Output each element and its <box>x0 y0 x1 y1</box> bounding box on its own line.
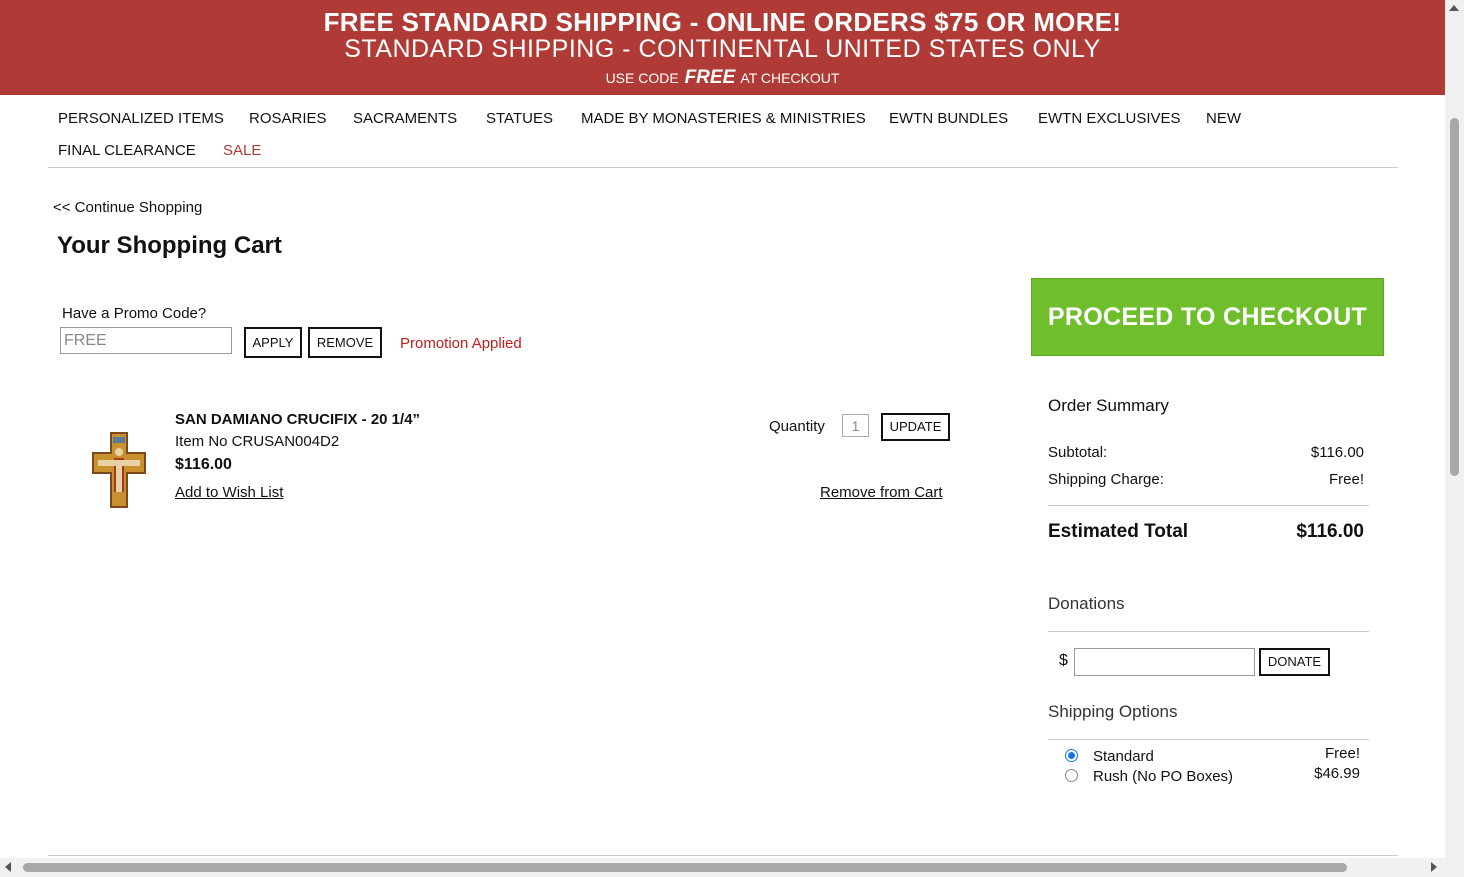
estimated-total-label: Estimated Total <box>1048 521 1189 542</box>
nav-made-by-monasteries[interactable]: MADE BY MONASTERIES & MINISTRIES <box>581 110 866 127</box>
scroll-up-icon[interactable] <box>1449 5 1459 11</box>
order-summary-title: Order Summary <box>1048 396 1169 415</box>
page-title: Your Shopping Cart <box>57 232 282 259</box>
nav-ewtn-exclusives[interactable]: EWTN EXCLUSIVES <box>1038 110 1181 127</box>
estimated-total-value: $116.00 <box>1296 521 1364 542</box>
shipping-charge-value: Free! <box>1328 471 1364 488</box>
main-nav: PERSONALIZED ITEMS ROSARIES SACRAMENTS S… <box>48 96 1398 168</box>
product-name[interactable]: SAN DAMIANO CRUCIFIX - 20 1/4” <box>175 411 420 428</box>
scroll-right-icon[interactable] <box>1431 862 1437 872</box>
shipping-standard-radio[interactable] <box>1065 749 1078 762</box>
donations-divider <box>1048 631 1369 632</box>
nav-personalized-items[interactable]: PERSONALIZED ITEMS <box>58 110 224 127</box>
donation-currency-symbol: $ <box>1059 652 1068 669</box>
promo-label: Have a Promo Code? <box>62 305 207 322</box>
shipping-options-divider <box>1048 739 1369 740</box>
nav-statues[interactable]: STATUES <box>486 110 553 127</box>
quantity-input[interactable] <box>842 414 869 437</box>
summary-divider <box>1048 505 1369 506</box>
nav-final-clearance[interactable]: FINAL CLEARANCE <box>58 142 196 159</box>
vertical-scroll-thumb[interactable] <box>1450 118 1459 476</box>
quantity-label: Quantity <box>769 418 825 435</box>
banner-code: FREE <box>684 67 736 88</box>
update-quantity-button[interactable]: UPDATE <box>881 413 950 441</box>
donation-amount-input[interactable] <box>1074 648 1255 676</box>
promo-status-message: Promotion Applied <box>400 335 522 352</box>
remove-from-cart-link[interactable]: Remove from Cart <box>820 484 943 501</box>
proceed-to-checkout-button[interactable]: PROCEED TO CHECKOUT <box>1031 278 1384 356</box>
nav-sale[interactable]: SALE <box>223 142 261 159</box>
donate-button[interactable]: DONATE <box>1259 648 1330 676</box>
nav-rosaries[interactable]: ROSARIES <box>249 110 327 127</box>
shipping-rush-radio[interactable] <box>1065 769 1078 782</box>
banner-code-line: USE CODE FREE AT CHECKOUT <box>0 67 1445 89</box>
shipping-standard-price: Free! <box>1324 745 1360 762</box>
nav-sacraments[interactable]: SACRAMENTS <box>353 110 457 127</box>
donations-title: Donations <box>1048 594 1125 613</box>
crucifix-icon[interactable] <box>88 432 150 508</box>
scroll-left-icon[interactable] <box>5 862 11 872</box>
shipping-banner: FREE STANDARD SHIPPING - ONLINE ORDERS $… <box>0 0 1445 95</box>
vertical-scrollbar[interactable] <box>1445 0 1464 877</box>
product-item-number: Item No CRUSAN004D2 <box>175 433 340 450</box>
promo-apply-button[interactable]: APPLY <box>244 327 302 358</box>
continue-shopping-link[interactable]: << Continue Shopping <box>53 199 202 216</box>
promo-code-input[interactable] <box>60 327 232 354</box>
shipping-options-title: Shipping Options <box>1048 702 1178 721</box>
promo-remove-button[interactable]: REMOVE <box>308 327 382 358</box>
shipping-rush-price: $46.99 <box>1314 765 1360 782</box>
horizontal-scroll-thumb[interactable] <box>23 863 1347 872</box>
horizontal-scrollbar[interactable] <box>0 858 1445 877</box>
subtotal-label: Subtotal: <box>1048 444 1108 461</box>
footer-divider <box>48 855 1398 856</box>
banner-headline: FREE STANDARD SHIPPING - ONLINE ORDERS $… <box>323 7 1122 37</box>
shipping-rush-label[interactable]: Rush (No PO Boxes) <box>1093 768 1233 785</box>
banner-code-pre: USE CODE <box>605 70 679 86</box>
shipping-standard-label[interactable]: Standard <box>1093 748 1154 765</box>
subtotal-value: $116.00 <box>1310 444 1364 461</box>
nav-new[interactable]: NEW <box>1206 110 1241 127</box>
banner-code-post: AT CHECKOUT <box>740 70 840 86</box>
product-price: $116.00 <box>175 456 232 473</box>
add-to-wish-list-link[interactable]: Add to Wish List <box>175 484 283 501</box>
nav-ewtn-bundles[interactable]: EWTN BUNDLES <box>889 110 1008 127</box>
shipping-charge-label: Shipping Charge: <box>1048 471 1164 488</box>
banner-subline: STANDARD SHIPPING - CONTINENTAL UNITED S… <box>344 35 1101 63</box>
